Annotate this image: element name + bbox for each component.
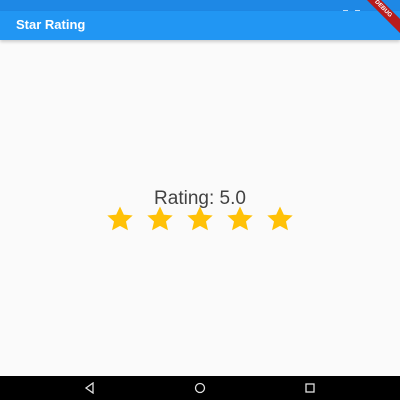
navigation-bar: [0, 376, 400, 400]
home-circle-icon: [194, 382, 206, 394]
star-icon: [227, 206, 253, 231]
star-4[interactable]: [224, 205, 256, 233]
star-icon: [187, 206, 213, 231]
phone-screen: Star Rating DEBUG Rating: 5.0: [0, 0, 400, 400]
star-1[interactable]: [104, 205, 136, 233]
status-icons: [340, 2, 370, 15]
star-3[interactable]: [184, 205, 216, 233]
star-icon: [147, 206, 173, 231]
back-button[interactable]: [84, 382, 96, 394]
main-content: Rating: 5.0: [0, 40, 400, 376]
app-title: Star Rating: [16, 17, 86, 32]
star-5[interactable]: [264, 205, 296, 233]
home-button[interactable]: [194, 382, 206, 394]
star-rating-bar[interactable]: [0, 205, 400, 233]
star-2[interactable]: [144, 205, 176, 233]
star-icon: [107, 206, 133, 231]
app-bar: Star Rating: [0, 11, 400, 40]
status-bar: [0, 0, 400, 15]
recent-apps-square-icon: [305, 383, 315, 393]
star-icon: [267, 206, 293, 231]
recent-apps-button[interactable]: [304, 382, 316, 394]
back-triangle-icon: [84, 382, 94, 394]
